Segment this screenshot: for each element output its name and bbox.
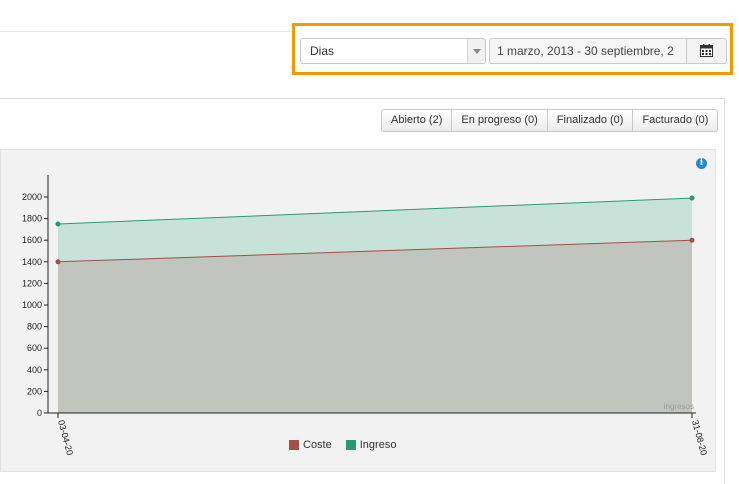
period-select-value: Dias bbox=[310, 44, 335, 58]
data-point-coste-1 bbox=[689, 237, 695, 243]
x-tick-label-0: 03-04-20 bbox=[56, 419, 75, 456]
status-filter-group: Abierto (2) En progreso (0) Finalizado (… bbox=[381, 109, 719, 132]
y-tick-label-1800: 1800 bbox=[22, 214, 42, 224]
data-point-coste-0 bbox=[55, 259, 61, 265]
data-point-ingreso-0 bbox=[55, 221, 61, 227]
legend-label-coste: Coste bbox=[303, 439, 332, 451]
data-point-ingreso-1 bbox=[689, 195, 695, 201]
status-abierto-button[interactable]: Abierto (2) bbox=[381, 109, 453, 132]
legend-swatch-ingreso bbox=[345, 440, 356, 450]
chart-watermark: ingresos bbox=[664, 402, 694, 411]
legend-item-coste[interactable]: Coste bbox=[289, 439, 332, 451]
date-range-value: 1 marzo, 2013 - 30 septiembre, 2 bbox=[497, 44, 674, 58]
x-tick-label-1: 31-08-20 bbox=[690, 419, 709, 456]
legend-swatch-coste bbox=[289, 440, 299, 450]
y-tick-label-1200: 1200 bbox=[22, 278, 42, 288]
info-icon[interactable]: i bbox=[696, 158, 707, 169]
series-area-coste bbox=[58, 240, 692, 413]
y-tick-label-200: 200 bbox=[27, 386, 42, 396]
date-range-input[interactable]: 1 marzo, 2013 - 30 septiembre, 2 bbox=[489, 38, 687, 64]
chevron-down-icon[interactable] bbox=[467, 39, 485, 63]
y-tick-label-1600: 1600 bbox=[22, 235, 42, 245]
y-tick-label-1400: 1400 bbox=[22, 257, 42, 267]
header-divider bbox=[0, 31, 290, 32]
status-facturado-button[interactable]: Facturado (0) bbox=[633, 109, 719, 132]
y-tick-label-800: 800 bbox=[27, 322, 42, 332]
area-chart: 0 200 400 600 800 1000 1200 1400 1600 1800 2000 03-… bbox=[22, 175, 709, 456]
calendar-button[interactable] bbox=[686, 38, 727, 64]
y-tick-label-1000: 1000 bbox=[22, 300, 42, 310]
y-tick-label-600: 600 bbox=[27, 343, 42, 353]
legend-item-ingreso[interactable]: Ingreso bbox=[345, 439, 397, 451]
legend-label-ingreso: Ingreso bbox=[359, 439, 397, 451]
y-tick-label-2000: 2000 bbox=[22, 192, 42, 202]
calendar-icon bbox=[700, 44, 713, 57]
status-en-progreso-button[interactable]: En progreso (0) bbox=[452, 109, 548, 132]
y-tick-label-400: 400 bbox=[27, 365, 42, 375]
chart-legend: Coste Ingreso bbox=[289, 439, 396, 451]
period-select[interactable]: Dias bbox=[300, 38, 486, 64]
y-tick-label-0: 0 bbox=[37, 408, 42, 418]
status-finalizado-button[interactable]: Finalizado (0) bbox=[547, 109, 634, 132]
